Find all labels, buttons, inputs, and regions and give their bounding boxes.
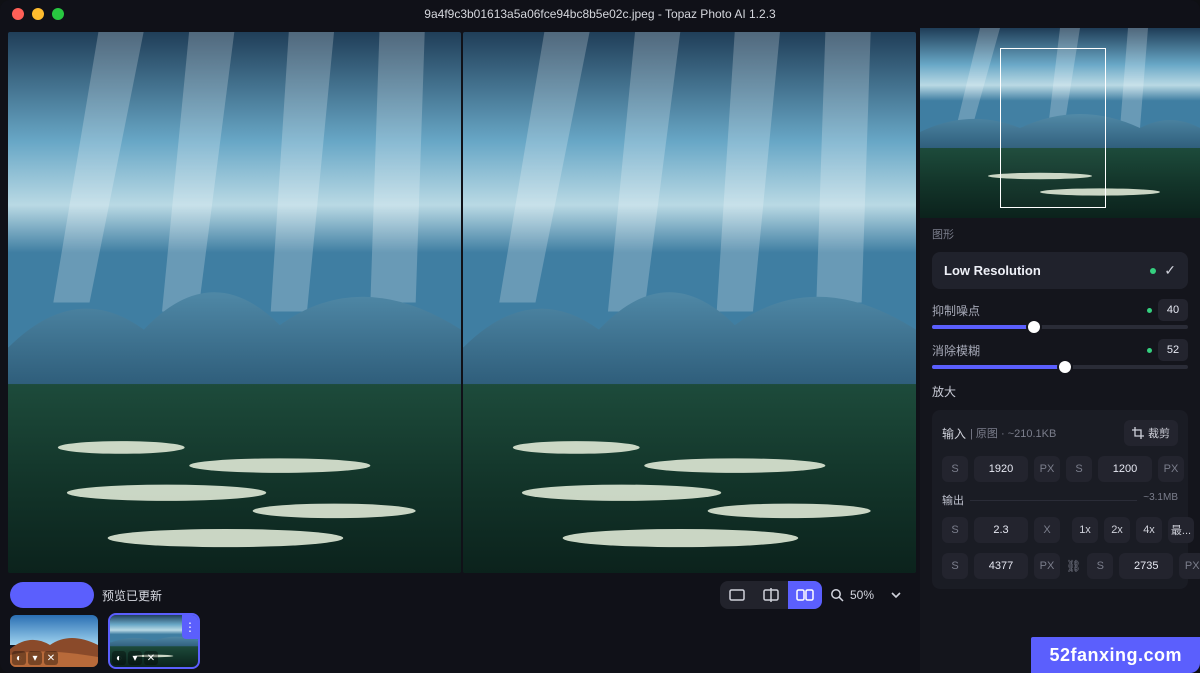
status-dot-icon — [1147, 348, 1152, 353]
preview-after — [463, 32, 916, 573]
input-s-label-w: S — [942, 456, 968, 482]
output-height[interactable]: 2735 — [1119, 553, 1173, 579]
view-mode-segment — [720, 581, 822, 609]
two-panes-icon — [796, 589, 814, 601]
input-title: 输入 — [942, 425, 966, 442]
output-title: 输出 — [942, 492, 970, 508]
scale-value[interactable]: 2.3 — [974, 517, 1028, 543]
preset-4x[interactable]: 4x — [1136, 517, 1162, 543]
model-name: Low Resolution — [944, 263, 1041, 278]
badge-icon: ✕ — [44, 651, 58, 665]
model-card[interactable]: Low Resolution ✓ — [932, 252, 1188, 289]
chevron-down-icon — [890, 589, 902, 601]
noise-label: 抑制噪点 — [932, 302, 980, 319]
thumbnail-1[interactable]: ◐ ▾ ✕ — [10, 615, 98, 667]
view-split-button[interactable] — [754, 581, 788, 609]
window-controls — [12, 8, 64, 20]
preset-2x[interactable]: 2x — [1104, 517, 1130, 543]
preset-max[interactable]: 最... — [1168, 517, 1194, 543]
thumb-badges: ◐ ▾ ✕ — [112, 651, 158, 665]
deblur-slider: 消除模糊 52 — [932, 339, 1188, 369]
badge-icon: ◐ — [12, 651, 26, 665]
thumbnail-strip: ◐ ▾ ✕ ⋮ ◐ — [10, 615, 910, 667]
badge-icon: ▾ — [128, 651, 142, 665]
output-s-label-h: S — [1087, 553, 1113, 579]
split-vertical-icon — [763, 588, 779, 602]
crop-button[interactable]: 裁剪 — [1124, 420, 1178, 446]
input-width[interactable]: 1920 — [974, 456, 1028, 482]
navigator-viewport[interactable] — [1000, 48, 1106, 208]
collapse-toggle[interactable] — [882, 581, 910, 609]
status-text: 预览已更新 — [102, 587, 162, 604]
output-px-label-w: PX — [1034, 553, 1060, 579]
noise-track[interactable] — [932, 325, 1188, 329]
check-icon: ✓ — [1164, 262, 1176, 279]
progress-pill — [10, 582, 94, 608]
noise-slider: 抑制噪点 40 — [932, 299, 1188, 329]
zoom-window-button[interactable] — [52, 8, 64, 20]
preview-area: 预览已更新 — [0, 28, 920, 673]
thumb-menu-button[interactable]: ⋮ — [182, 615, 198, 639]
preset-1x[interactable]: 1x — [1072, 517, 1098, 543]
zoom-level: 50% — [850, 588, 874, 602]
output-size: ~3.1MB — [1137, 492, 1178, 503]
sidebar: 图形 Low Resolution ✓ 抑制噪点 40 — [920, 28, 1200, 673]
crop-icon — [1132, 427, 1144, 439]
thumbnail-2[interactable]: ⋮ ◐ ▾ ✕ — [110, 615, 198, 667]
deblur-label: 消除模糊 — [932, 342, 980, 359]
view-single-button[interactable] — [720, 581, 754, 609]
badge-icon: ▾ — [28, 651, 42, 665]
graphic-type-label: 图形 — [932, 226, 1188, 242]
window-title: 9a4f9c3b01613a5a06fce94bc8b5e02c.jpeg - … — [0, 7, 1200, 21]
preview-split[interactable] — [0, 28, 920, 575]
titlebar: 9a4f9c3b01613a5a06fce94bc8b5e02c.jpeg - … — [0, 0, 1200, 28]
input-px-label-w: PX — [1034, 456, 1060, 482]
input-meta: | 原图 · ~210.1KB — [970, 425, 1056, 441]
rectangle-icon — [729, 589, 745, 601]
deblur-track[interactable] — [932, 365, 1188, 369]
input-px-label-h: PX — [1158, 456, 1184, 482]
badge-icon: ✕ — [144, 651, 158, 665]
app-window: 9a4f9c3b01613a5a06fce94bc8b5e02c.jpeg - … — [0, 0, 1200, 673]
input-s-label-h: S — [1066, 456, 1092, 482]
close-window-button[interactable] — [12, 8, 24, 20]
bottom-bar: 预览已更新 — [0, 575, 920, 673]
zoom-control[interactable]: 50% — [830, 588, 874, 602]
output-s-label-w: S — [942, 553, 968, 579]
badge-icon: ◐ — [112, 651, 126, 665]
view-sidebyside-button[interactable] — [788, 581, 822, 609]
input-height[interactable]: 1200 — [1098, 456, 1152, 482]
output-width[interactable]: 4377 — [974, 553, 1028, 579]
magnifier-icon — [830, 588, 844, 602]
watermark: 52fanxing.com — [1031, 637, 1200, 673]
noise-value: 40 — [1158, 299, 1188, 321]
scale-s-label: S — [942, 517, 968, 543]
status-dot-icon — [1150, 268, 1156, 274]
navigator[interactable] — [920, 28, 1200, 218]
scale-x-label: X — [1034, 517, 1060, 543]
link-icon[interactable]: ⛓ — [1066, 559, 1081, 573]
status-dot-icon — [1147, 308, 1152, 313]
output-px-label-h: PX — [1179, 553, 1200, 579]
deblur-value: 52 — [1158, 339, 1188, 361]
thumb-badges: ◐ ▾ ✕ — [12, 651, 58, 665]
minimize-window-button[interactable] — [32, 8, 44, 20]
preview-before — [8, 32, 461, 573]
enlarge-title: 放大 — [932, 383, 1188, 400]
size-card: 输入 | 原图 · ~210.1KB 裁剪 S 1920 PX S 12 — [932, 410, 1188, 589]
